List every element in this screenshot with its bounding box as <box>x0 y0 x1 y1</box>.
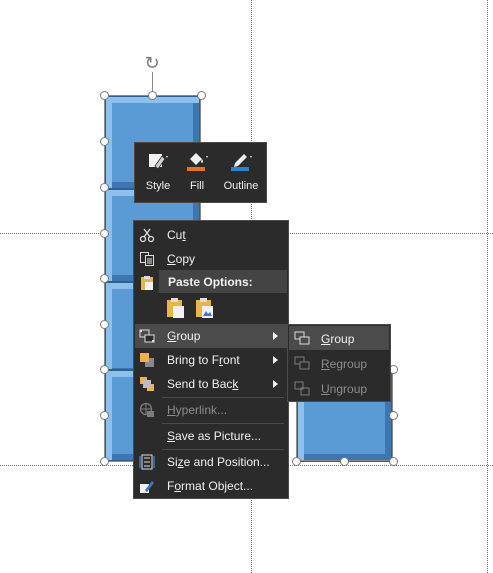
group-label: Group <box>167 329 201 343</box>
fill-bucket-icon <box>187 153 208 171</box>
ungroup-icon <box>294 381 310 396</box>
resize-handle[interactable] <box>100 183 109 192</box>
scissors-icon <box>139 228 155 243</box>
paste-options-header: Paste Options: <box>159 270 287 293</box>
resize-handle[interactable] <box>389 457 398 466</box>
bring-to-front-icon <box>140 353 154 367</box>
resize-handle[interactable] <box>100 91 109 100</box>
format-object-icon <box>140 481 154 493</box>
regroup-label: Regroup <box>321 357 368 371</box>
outline-button[interactable]: Outline <box>217 143 265 204</box>
shape-style-icon <box>149 154 168 170</box>
resize-handle[interactable] <box>100 274 109 283</box>
menu-item-copy[interactable]: Copy <box>135 247 287 271</box>
menu-item-group[interactable]: Group <box>135 324 287 348</box>
submenu-item-group[interactable]: Group <box>289 326 389 350</box>
copy-label: Copy <box>167 252 196 266</box>
group-objects-icon <box>139 329 155 343</box>
menu-item-cut[interactable]: Cut <box>135 223 287 247</box>
resize-handle[interactable] <box>100 137 109 146</box>
outline-pen-icon <box>231 154 252 171</box>
send-to-back-label: Send to Back <box>167 377 239 391</box>
style-button[interactable]: Style <box>139 143 177 204</box>
menu-item-format-object[interactable]: Format Object... <box>135 474 287 498</box>
resize-handle[interactable] <box>340 457 349 466</box>
paste-use-destination-theme-icon[interactable] <box>166 297 186 319</box>
menu-item-send-to-back[interactable]: Send to Back <box>135 372 287 396</box>
resize-handle[interactable] <box>292 457 301 466</box>
resize-handle[interactable] <box>100 411 109 420</box>
resize-handle[interactable] <box>100 320 109 329</box>
resize-handle[interactable] <box>148 91 157 100</box>
mini-toolbar: Style Fill Outline <box>134 142 267 203</box>
fill-button[interactable]: Fill <box>179 143 215 204</box>
rotate-handle-icon[interactable]: ↻ <box>142 53 162 73</box>
menu-item-hyperlink[interactable]: Hyperlink... <box>135 398 287 422</box>
save-as-picture-label: Save as Picture... <box>167 429 262 443</box>
group-label: Group <box>321 332 355 346</box>
format-object-label: Format Object... <box>167 479 254 493</box>
ungroup-label: Ungroup <box>321 382 368 396</box>
submenu-arrow-icon <box>273 332 278 340</box>
outline-label: Outline <box>223 180 259 192</box>
regroup-icon <box>294 356 310 370</box>
submenu-arrow-icon <box>273 380 278 388</box>
size-and-position-label: Size and Position... <box>167 455 270 469</box>
paste-clipboard-icon <box>141 276 153 290</box>
resize-handle[interactable] <box>100 229 109 238</box>
submenu-item-ungroup[interactable]: Ungroup <box>289 376 389 400</box>
hyperlink-globe-icon <box>139 402 154 417</box>
group-objects-icon <box>294 331 310 345</box>
menu-item-bring-to-front[interactable]: Bring to Front <box>135 348 287 372</box>
resize-handle[interactable] <box>100 457 109 466</box>
resize-handle[interactable] <box>389 411 398 420</box>
resize-handle[interactable] <box>100 365 109 374</box>
context-menu: Cut Copy Paste Options: Group Bring to F… <box>133 220 289 499</box>
style-label: Style <box>145 180 171 192</box>
group-submenu: Group Regroup Ungroup <box>287 324 391 402</box>
send-to-back-icon <box>140 377 154 391</box>
size-and-position-icon <box>139 454 155 470</box>
paste-as-picture-icon[interactable] <box>195 297 215 319</box>
menu-item-size-and-position[interactable]: Size and Position... <box>135 450 287 474</box>
hyperlink-label: Hyperlink... <box>167 403 228 417</box>
bring-to-front-label: Bring to Front <box>167 353 240 367</box>
fill-label: Fill <box>189 180 205 192</box>
submenu-arrow-icon <box>273 356 278 364</box>
menu-item-save-as-picture[interactable]: Save as Picture... <box>135 424 287 448</box>
vertical-guide <box>487 0 488 573</box>
submenu-item-regroup[interactable]: Regroup <box>289 351 389 375</box>
copy-icon <box>140 252 154 266</box>
resize-handle[interactable] <box>197 91 206 100</box>
cut-label: Cut <box>167 228 186 242</box>
